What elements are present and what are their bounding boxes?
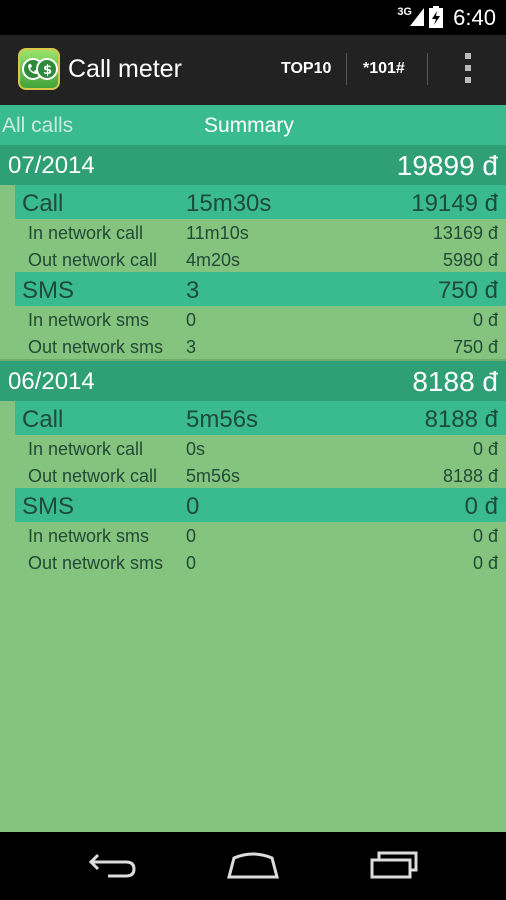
svg-text:$: $: [43, 63, 52, 78]
call-meter-app-icon[interactable]: $: [18, 48, 60, 90]
category-quantity: 5m56s: [186, 406, 259, 433]
top10-button[interactable]: TOP10: [281, 60, 331, 78]
category-header-sms: SMS 3 750 đ: [15, 272, 506, 306]
month-header[interactable]: 06/2014 8188 đ: [0, 361, 506, 401]
row-amount: 0 đ: [472, 526, 498, 546]
month-label: 06/2014: [8, 368, 95, 395]
row-quantity: 0s: [186, 439, 206, 459]
recents-icon[interactable]: [369, 850, 419, 880]
row-quantity: 11m10s: [186, 223, 249, 243]
tab-bar: All calls Summary: [0, 105, 506, 145]
category-amount: 0 đ: [464, 493, 498, 520]
category-name: SMS: [22, 277, 75, 304]
category-name: Call: [22, 190, 64, 217]
row-quantity: 0: [186, 526, 197, 546]
month-section: 07/2014 19899 đ Call 15m30s 19149 đ In n…: [0, 145, 506, 359]
app-title: Call meter: [68, 55, 182, 83]
month-total: 8188 đ: [412, 366, 498, 397]
ussd-button[interactable]: *101#: [363, 60, 405, 78]
row-quantity: 0: [186, 552, 197, 573]
back-icon[interactable]: [88, 850, 138, 880]
status-bar: 3G 6:40: [0, 0, 506, 35]
list-item: In network call 11m10s 13169 đ: [0, 219, 506, 246]
category-quantity: 3: [186, 277, 200, 304]
row-quantity: 5m56s: [186, 465, 241, 486]
row-name: In network sms: [28, 310, 150, 330]
navigation-bar: [0, 832, 506, 900]
category-header-sms: SMS 0 0 đ: [15, 488, 506, 522]
category-amount: 750 đ: [437, 277, 498, 304]
row-name: Out network call: [28, 465, 158, 486]
row-amount: 750 đ: [452, 336, 498, 357]
action-bar: $ Call meter TOP10 *101#: [0, 35, 506, 105]
row-amount: 8188 đ: [442, 465, 498, 486]
home-icon[interactable]: [226, 850, 280, 880]
row-name: In network sms: [28, 526, 150, 546]
month-label: 07/2014: [8, 152, 95, 179]
row-name: Out network call: [28, 249, 158, 270]
action-divider: [427, 53, 428, 85]
category-quantity: 0: [186, 493, 200, 520]
row-name: Out network sms: [28, 336, 164, 357]
content-area: All calls Summary 07/2014 19899 đ Call 1…: [0, 105, 506, 832]
battery-icon: [429, 6, 443, 28]
tab-summary[interactable]: Summary: [204, 114, 294, 138]
list-item: In network sms 0 0 đ: [0, 306, 506, 333]
row-amount: 0 đ: [472, 552, 498, 573]
row-name: In network call: [28, 223, 144, 243]
row-quantity: 0: [186, 310, 197, 330]
row-amount: 0 đ: [472, 310, 498, 330]
row-amount: 0 đ: [472, 439, 498, 459]
list-item: Out network sms 3 750 đ: [0, 333, 506, 360]
list-item: Out network call 4m20s 5980 đ: [0, 246, 506, 273]
category-quantity: 15m30s: [186, 190, 272, 217]
list-item: Out network call 5m56s 8188 đ: [0, 462, 506, 489]
row-name: Out network sms: [28, 552, 164, 573]
clock: 6:40: [453, 5, 496, 30]
signal-icon: [410, 8, 424, 26]
row-amount: 5980 đ: [442, 249, 498, 270]
category-header-call: Call 15m30s 19149 đ: [15, 185, 506, 219]
category-name: Call: [22, 406, 64, 433]
month-total: 19899 đ: [396, 150, 498, 181]
row-quantity: 3: [186, 336, 197, 357]
month-header[interactable]: 07/2014 19899 đ: [0, 145, 506, 185]
category-name: SMS: [22, 493, 75, 520]
list-item: In network sms 0 0 đ: [0, 522, 506, 549]
category-amount: 19149 đ: [411, 190, 498, 217]
row-amount: 13169 đ: [432, 223, 498, 243]
action-divider: [346, 53, 347, 85]
row-quantity: 4m20s: [186, 249, 241, 270]
list-item: Out network sms 0 0 đ: [0, 549, 506, 576]
row-name: In network call: [28, 439, 144, 459]
category-header-call: Call 5m56s 8188 đ: [15, 401, 506, 435]
overflow-menu-icon[interactable]: [464, 53, 472, 85]
tab-all-calls[interactable]: All calls: [2, 114, 73, 138]
month-section: 06/2014 8188 đ Call 5m56s 8188 đ In netw…: [0, 361, 506, 575]
category-amount: 8188 đ: [424, 406, 498, 433]
list-item: In network call 0s 0 đ: [0, 435, 506, 462]
